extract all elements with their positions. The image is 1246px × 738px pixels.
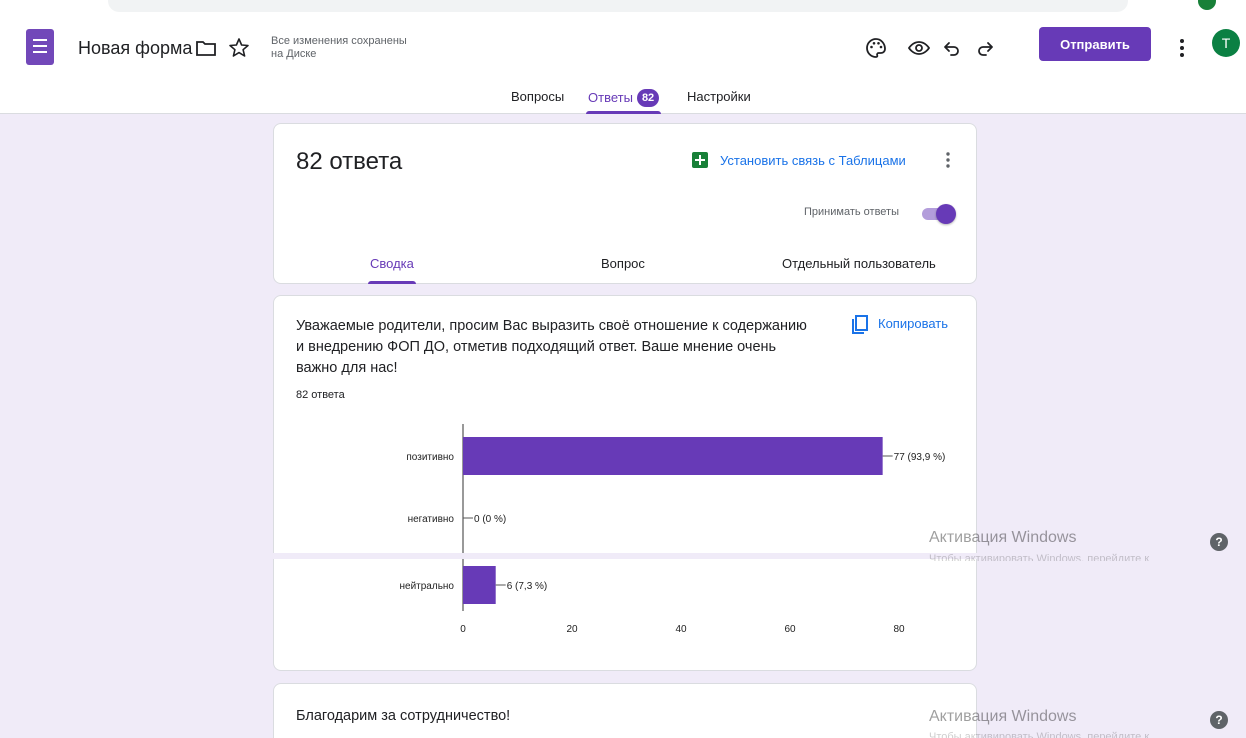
chart-x-tick-label: 40 bbox=[675, 624, 687, 635]
main-tabs: Вопросы Ответы 82 Настройки bbox=[0, 89, 1246, 114]
subtab-individual[interactable]: Отдельный пользователь bbox=[782, 256, 936, 284]
chart-data-label: 0 (0 %) bbox=[474, 514, 506, 525]
windows-activation-subtitle: Чтобы активировать Windows, перейдите к bbox=[929, 553, 1150, 561]
chart-category-label: позитивно bbox=[406, 452, 454, 463]
avatar[interactable]: Т bbox=[1212, 29, 1240, 57]
responses-summary-card: 82 ответа Установить связь с Таблицами П… bbox=[273, 123, 977, 284]
accept-responses-label: Принимать ответы bbox=[804, 206, 899, 218]
responses-total: 82 ответа bbox=[296, 148, 403, 175]
windows-activation-title: Активация Windows bbox=[929, 708, 1077, 725]
thanks-text: Благодарим за сотрудничество! bbox=[296, 708, 511, 724]
tab-responses-label: Ответы bbox=[588, 90, 633, 105]
save-status: Все изменения сохранены на Диске bbox=[271, 35, 407, 60]
undo-icon[interactable] bbox=[940, 36, 964, 60]
responses-count-badge: 82 bbox=[636, 89, 660, 107]
chart-x-tick-label: 0 bbox=[460, 624, 466, 635]
preview-eye-icon[interactable] bbox=[907, 36, 931, 60]
subtab-summary[interactable]: Сводка bbox=[368, 256, 416, 284]
chart-x-tick-label: 20 bbox=[566, 624, 578, 635]
redo-icon[interactable] bbox=[973, 36, 997, 60]
folder-icon[interactable] bbox=[194, 36, 218, 60]
link-to-sheets-button[interactable]: Установить связь с Таблицами bbox=[720, 153, 906, 168]
palette-icon[interactable] bbox=[864, 36, 888, 60]
more-vert-icon[interactable] bbox=[938, 148, 958, 172]
subtab-question[interactable]: Вопрос bbox=[601, 256, 645, 284]
thanks-card: Благодарим за сотрудничество! bbox=[273, 683, 977, 738]
chart-x-tick-label: 60 bbox=[784, 624, 796, 635]
chart-category-label: негативно bbox=[408, 514, 455, 525]
form-title[interactable]: Новая форма bbox=[78, 38, 192, 59]
responses-bar-chart: позитивно 77 (93,9 %) негативно 0 (0 %) нейт… bbox=[399, 424, 946, 635]
more-vert-icon[interactable] bbox=[1170, 36, 1194, 60]
question-summary-card: Уважаемые родители, просим Вас выразить … bbox=[273, 295, 977, 671]
sheets-icon[interactable] bbox=[692, 152, 708, 168]
accept-responses-toggle[interactable] bbox=[920, 204, 956, 224]
chart-bar bbox=[463, 437, 883, 475]
scroll-gap bbox=[273, 553, 977, 559]
help-icon[interactable]: ? bbox=[1210, 711, 1228, 729]
send-button[interactable]: Отправить bbox=[1039, 27, 1151, 61]
tab-questions[interactable]: Вопросы bbox=[511, 89, 564, 114]
chart-data-label: 77 (93,9 %) bbox=[894, 452, 946, 463]
chart-data-label: 6 (7,3 %) bbox=[507, 581, 548, 592]
chart-x-tick-label: 80 bbox=[893, 624, 905, 635]
windows-activation-title: Активация Windows bbox=[929, 529, 1077, 546]
star-icon[interactable] bbox=[227, 36, 251, 60]
browser-strip bbox=[0, 0, 1246, 14]
address-bar[interactable] bbox=[108, 0, 1128, 12]
chart-bar bbox=[463, 566, 496, 604]
windows-activation-subtitle: Чтобы активировать Windows, перейдите к bbox=[929, 731, 1150, 738]
forms-logo-icon[interactable] bbox=[26, 29, 54, 65]
help-icon[interactable]: ? bbox=[1210, 533, 1228, 551]
app-header: Новая форма Все изменения сохранены на Д… bbox=[0, 14, 1246, 114]
extension-icon[interactable] bbox=[1198, 0, 1216, 10]
tab-responses[interactable]: Ответы 82 bbox=[585, 89, 662, 114]
chart-category-label: нейтрально bbox=[399, 581, 454, 592]
tab-settings[interactable]: Настройки bbox=[687, 89, 751, 114]
